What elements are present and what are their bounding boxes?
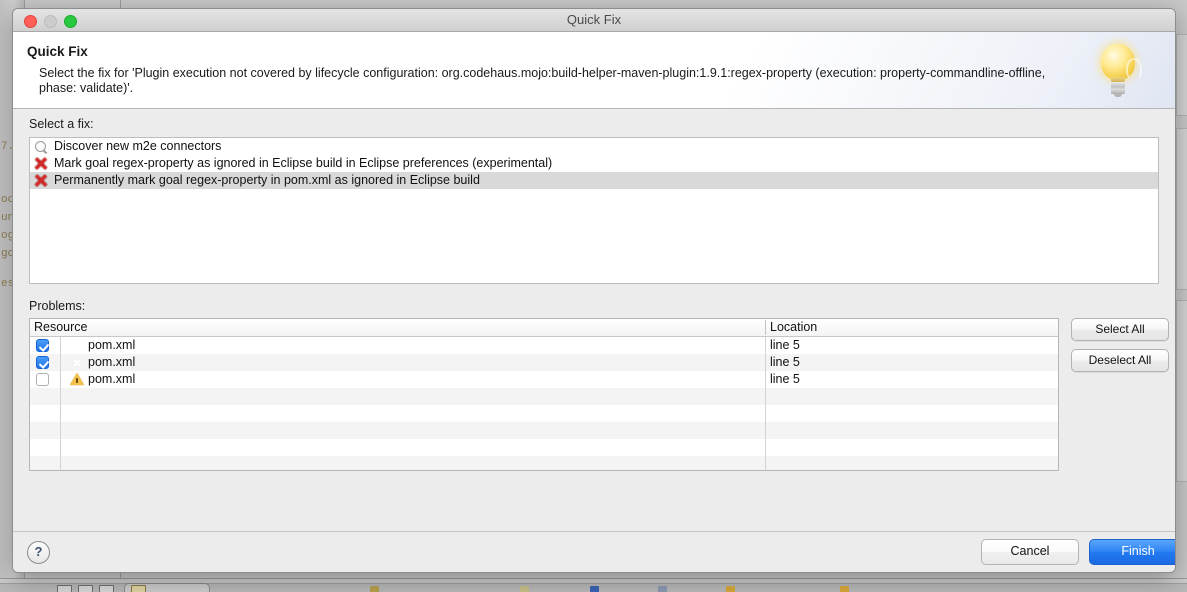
dialog-titlebar[interactable]: Quick Fix — [13, 9, 1175, 32]
quick-fix-dialog: Quick Fix Quick Fix Select the fix for '… — [12, 8, 1176, 573]
row-checkbox[interactable] — [36, 356, 49, 369]
background-bottom-toolbar — [0, 578, 1187, 592]
error-x-icon — [34, 174, 49, 188]
background-panel-card — [1176, 128, 1187, 290]
fix-list[interactable]: Discover new m2e connectors Mark goal re… — [29, 137, 1159, 284]
column-separator — [60, 354, 61, 371]
dialog-body: Select a fix: Discover new m2e connector… — [13, 109, 1175, 531]
table-row-empty — [30, 422, 1058, 439]
page-description: Select the fix for 'Plugin execution not… — [39, 66, 1085, 96]
lightbulb-tip — [1114, 93, 1122, 97]
column-separator — [765, 422, 766, 439]
fix-list-item-label: Permanently mark goal regex-property in … — [54, 173, 480, 187]
toolbar-icon — [658, 586, 667, 592]
error-x-icon — [34, 157, 49, 171]
row-checkbox[interactable] — [36, 373, 49, 386]
window-title: Quick Fix — [13, 12, 1175, 27]
toolbar-icon — [726, 586, 735, 592]
fix-list-item-selected[interactable]: Permanently mark goal regex-property in … — [30, 172, 1158, 189]
cell-resource: pom.xml — [88, 354, 135, 371]
column-separator — [765, 388, 766, 405]
column-separator — [765, 354, 766, 371]
cell-location: line 5 — [770, 354, 800, 371]
column-separator — [765, 337, 766, 354]
table-row-empty — [30, 405, 1058, 422]
row-checkbox[interactable] — [36, 339, 49, 352]
table-row[interactable]: pom.xml line 5 — [30, 371, 1058, 388]
column-separator — [60, 405, 61, 422]
column-separator — [60, 456, 61, 471]
column-separator — [60, 337, 61, 354]
toolbar-icon — [590, 586, 599, 592]
cancel-button[interactable]: Cancel — [981, 539, 1079, 565]
select-a-fix-label: Select a fix: — [29, 117, 94, 131]
column-separator — [60, 371, 61, 388]
help-button[interactable]: ? — [27, 541, 50, 564]
table-row[interactable]: pom.xml line 5 — [30, 337, 1058, 354]
table-row[interactable]: pom.xml line 5 — [30, 354, 1058, 371]
background-panel-card — [1176, 34, 1187, 116]
page-title: Quick Fix — [27, 44, 88, 59]
column-separator — [765, 405, 766, 422]
fix-list-item[interactable]: Mark goal regex-property as ignored in E… — [30, 155, 1158, 172]
warning-icon — [70, 373, 84, 386]
column-separator — [765, 320, 766, 335]
lightbulb-filament — [1126, 58, 1142, 80]
column-separator — [765, 439, 766, 456]
lightbulb-glass — [1101, 44, 1135, 80]
table-row-empty — [30, 388, 1058, 405]
search-icon — [34, 140, 49, 154]
cell-location: line 5 — [770, 371, 800, 388]
column-separator — [765, 456, 766, 471]
select-all-button[interactable]: Select All — [1071, 318, 1169, 341]
column-separator — [60, 422, 61, 439]
dialog-footer: ? Cancel Finish — [13, 531, 1175, 573]
column-separator — [60, 439, 61, 456]
toolbar-icon — [840, 586, 849, 592]
dialog-header-banner: Quick Fix Select the fix for 'Plugin exe… — [13, 32, 1175, 109]
error-icon — [70, 339, 84, 352]
toolbar-icon — [520, 586, 529, 592]
fix-list-item-label: Mark goal regex-property as ignored in E… — [54, 156, 552, 170]
cell-resource: pom.xml — [88, 371, 135, 388]
column-separator — [765, 371, 766, 388]
column-header-resource[interactable]: Resource — [34, 319, 88, 336]
column-separator — [60, 388, 61, 405]
column-header-location[interactable]: Location — [770, 319, 817, 336]
cell-location: line 5 — [770, 337, 800, 354]
fix-list-item[interactable]: Discover new m2e connectors — [30, 138, 1158, 155]
fix-list-item-label: Discover new m2e connectors — [54, 139, 221, 153]
toolbar-icon — [370, 586, 379, 592]
finish-button[interactable]: Finish — [1089, 539, 1176, 565]
problems-table[interactable]: Resource Location pom.xml line 5 pom.xml… — [29, 318, 1059, 471]
lightbulb-icon — [1087, 38, 1149, 104]
table-row-empty — [30, 456, 1058, 471]
error-icon — [70, 356, 84, 369]
table-row-empty — [30, 439, 1058, 456]
cell-resource: pom.xml — [88, 337, 135, 354]
problems-label: Problems: — [29, 299, 85, 313]
table-header-row: Resource Location — [30, 319, 1058, 337]
background-panel-card — [1176, 300, 1187, 482]
deselect-all-button[interactable]: Deselect All — [1071, 349, 1169, 372]
